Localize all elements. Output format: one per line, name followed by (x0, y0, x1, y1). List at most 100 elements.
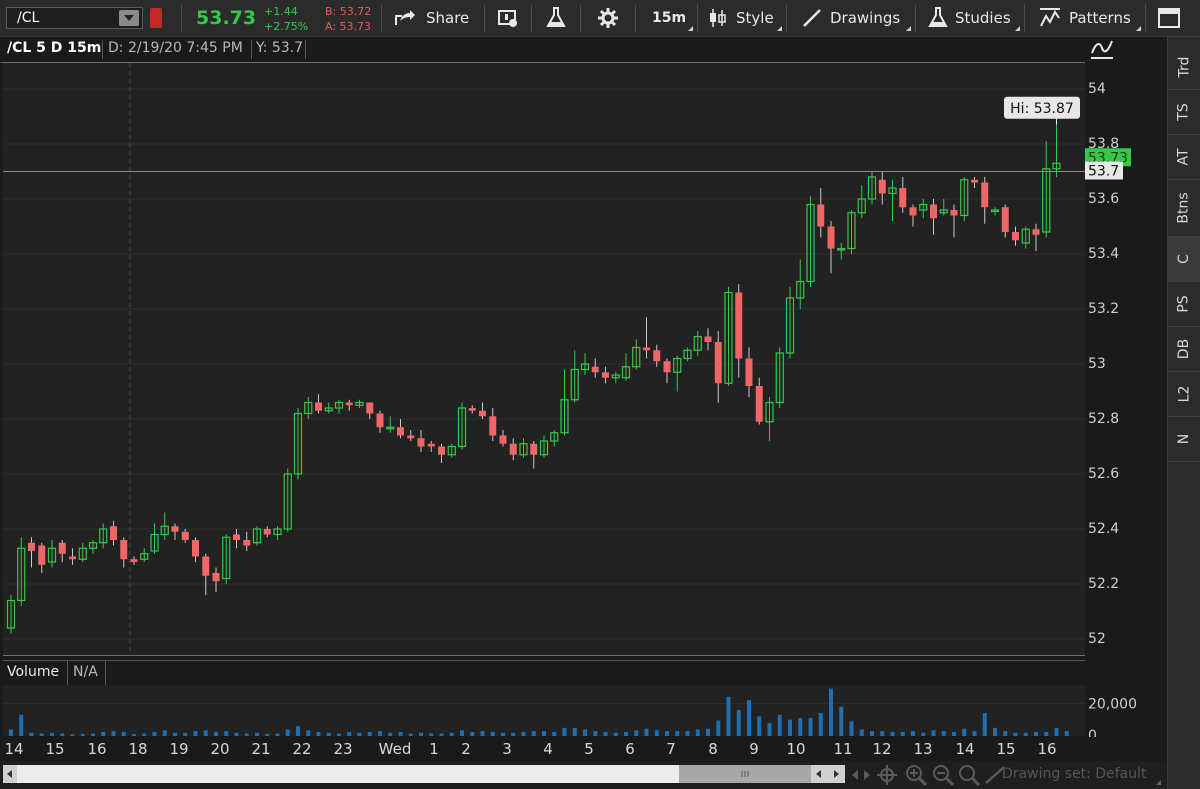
candle (837, 243, 846, 260)
toolbar: /CL 53.73 +1.44 +2.75% B: 53.72 A: 53.73… (0, 0, 1200, 37)
volume-bar (695, 729, 700, 736)
volume-bar (408, 733, 413, 736)
candle-body (1032, 229, 1040, 235)
volume-bar (9, 729, 13, 736)
share-icon (395, 10, 415, 25)
candle (1012, 226, 1019, 246)
chart-settings-button[interactable] (498, 0, 518, 36)
candle (847, 210, 856, 254)
volume-bar (60, 733, 65, 736)
horizontal-scrollbar[interactable] (3, 765, 845, 783)
drawings-button[interactable]: Drawings (802, 0, 900, 36)
symbol-dropdown-icon[interactable] (119, 10, 139, 26)
candles (6, 124, 1061, 634)
divider (484, 4, 485, 32)
candle-body (438, 446, 445, 455)
candle (643, 317, 650, 359)
price-tick-label: 53 (1088, 356, 1106, 372)
zoom-in-icon[interactable] (905, 764, 927, 786)
candle (785, 287, 795, 359)
volume-bar (583, 729, 587, 736)
volume-bar (665, 731, 669, 736)
timeframe-selector[interactable]: 15m (652, 0, 686, 36)
candle-body (981, 182, 989, 208)
candle (1001, 204, 1009, 238)
crosshair-date: D: 2/19/20 7:45 PM (108, 40, 243, 56)
flask-icon (546, 7, 566, 27)
candle (447, 443, 456, 458)
share-button[interactable]: Share (394, 0, 469, 36)
volume-header: Volume N/A (3, 660, 1085, 686)
candle (1052, 124, 1061, 177)
volume-bar (982, 713, 987, 736)
volume-bar (50, 732, 54, 736)
alert-badge-icon[interactable] (150, 8, 162, 28)
candle (233, 529, 240, 549)
time-tick-label: 7 (666, 740, 676, 758)
candle (724, 287, 733, 386)
side-tab-ts[interactable]: TS (1168, 90, 1200, 135)
zoom-out-icon[interactable] (932, 764, 954, 786)
volume-bar (593, 731, 598, 736)
candle-body (653, 350, 661, 362)
candle (150, 523, 159, 554)
studies-button[interactable]: Studies (928, 0, 1011, 36)
side-tab-btns[interactable]: Btns (1168, 180, 1200, 237)
candle (407, 430, 415, 441)
crosshair-icon[interactable] (877, 765, 897, 785)
side-tab-db[interactable]: DB (1168, 327, 1200, 372)
volume-bar (716, 720, 721, 736)
volume-bar (706, 728, 710, 736)
divider (531, 4, 532, 32)
candle (909, 204, 917, 227)
volume-bar (80, 734, 85, 736)
candle (704, 328, 712, 351)
candle-body (735, 292, 743, 359)
candle (243, 531, 251, 551)
candle (252, 526, 262, 546)
candle (140, 548, 149, 562)
side-tab-at[interactable]: AT (1168, 135, 1200, 180)
volume-bar (1054, 727, 1059, 736)
candle (602, 366, 609, 384)
candle (867, 171, 877, 205)
side-tab-l2[interactable]: L2 (1168, 372, 1200, 417)
volume-bar (654, 730, 659, 736)
high-badge: Hi: 53.87 (1004, 96, 1080, 125)
candle (539, 435, 549, 458)
candle (1042, 141, 1051, 238)
side-tab-ps[interactable]: PS (1168, 282, 1200, 327)
settings-button[interactable] (597, 0, 619, 36)
volume-bar (152, 731, 157, 736)
volume-bar (880, 731, 885, 736)
volume-bar (767, 722, 772, 736)
scroll-left-arrow[interactable] (3, 765, 17, 783)
candle (283, 468, 292, 532)
volume-panel[interactable] (3, 685, 1085, 736)
candle (130, 556, 138, 565)
scroll-right-arrow[interactable] (828, 765, 845, 783)
volume-bar (829, 688, 833, 736)
drawing-set-label[interactable]: Drawing set: Default (1002, 766, 1146, 782)
candle-body (971, 179, 978, 183)
zoom-in-out-icon[interactable] (850, 766, 872, 784)
chart-header: /CL 5 D 15m D: 2/19/20 7:45 PM Y: 53.7 (0, 37, 1085, 63)
scroll-thumb[interactable] (679, 765, 811, 783)
candle (202, 553, 210, 595)
side-tab-c[interactable]: C (1168, 237, 1200, 282)
timeframe-label: 15m (652, 10, 687, 26)
maximize-button[interactable] (1158, 0, 1180, 36)
side-tab-trd[interactable]: Trd (1168, 45, 1200, 90)
symbol-selector[interactable]: /CL (6, 7, 143, 29)
flask-button[interactable] (546, 0, 566, 36)
volume-bar (224, 731, 229, 736)
volume-bar (931, 730, 936, 736)
scroll-left-small-arrow[interactable] (811, 765, 828, 783)
side-tab-n[interactable]: N (1168, 417, 1200, 462)
price-chart-panel[interactable]: Hi: 53.87 (3, 62, 1085, 656)
style-button[interactable]: Style (708, 0, 774, 36)
zoom-fit-icon[interactable] (958, 764, 980, 786)
candle (17, 537, 26, 606)
patterns-button[interactable]: Patterns (1039, 0, 1131, 36)
candle-body (530, 443, 538, 455)
